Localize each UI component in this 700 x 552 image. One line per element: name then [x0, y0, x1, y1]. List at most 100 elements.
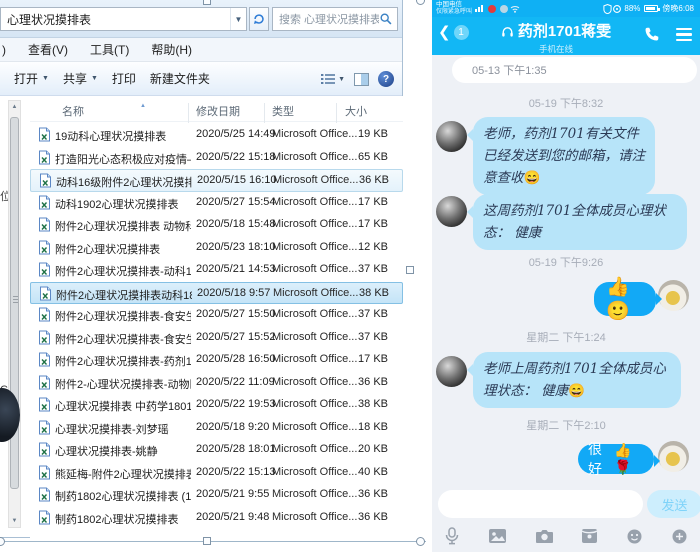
emoji: 👍🌹: [614, 442, 644, 476]
file-size: 38 KB: [330, 398, 388, 410]
table-row[interactable]: 附件2-心理状况摸排表-动物医学1901班2020/5/22 11:09Micr…: [30, 372, 403, 395]
scroll-up-icon[interactable]: ▲: [9, 101, 20, 113]
table-row[interactable]: 附件2心理状况摸排表-食安生工18级 殷...2020/5/27 15:50Mi…: [30, 304, 403, 327]
share-button[interactable]: 共享▼: [63, 70, 98, 87]
search-box[interactable]: 搜索 心理状况摸排表: [272, 7, 398, 31]
peer-avatar[interactable]: [436, 356, 467, 387]
command-toolbar: 打开▼ 共享▼ 打印 新建文件夹: [0, 62, 402, 96]
emoji-icon[interactable]: [626, 528, 643, 545]
table-row[interactable]: 附件2心理状况摸排表-动科17012020/5/21 14:53Microsof…: [30, 259, 403, 282]
shield-icon: [603, 4, 612, 14]
file-name: 心理状况摸排表-刘梦瑶: [55, 421, 191, 437]
status-time: 傍晚6:08: [662, 3, 694, 14]
signal-icon: [475, 5, 483, 12]
file-size: 37 KB: [330, 263, 388, 275]
nav-scrollbar[interactable]: ▲ ▼: [8, 100, 21, 528]
file-date: 2020/5/27 15:54: [196, 196, 276, 208]
red-packet-icon[interactable]: [581, 528, 598, 544]
column-type[interactable]: 类型: [272, 103, 294, 119]
menu-tools[interactable]: 工具(T): [90, 41, 129, 58]
chat-title: 药剂1701蒋雯: [501, 20, 611, 41]
message-input[interactable]: [438, 490, 643, 518]
gear-icon: [612, 4, 622, 14]
excel-file-icon: [38, 375, 51, 393]
file-date: 2020/5/22 11:09: [196, 376, 275, 388]
menu-help[interactable]: 帮助(H): [151, 41, 192, 58]
earphone-icon: [501, 25, 514, 37]
page: 心理状况摸排表 ▼ 搜索 心理状况摸排表 ) 查看(V) 工具: [0, 0, 700, 552]
file-name: 制药1802心理状况摸排表 (1): [55, 488, 191, 504]
table-row[interactable]: 制药1802心理状况摸排表2020/5/21 9:48Microsoft Off…: [30, 507, 403, 530]
peer-avatar[interactable]: [436, 121, 467, 152]
table-row[interactable]: 心理状况摸排表-姚静2020/5/28 18:01Microsoft Offic…: [30, 439, 403, 462]
excel-file-icon: [39, 286, 52, 304]
column-size[interactable]: 大小: [345, 103, 367, 119]
message-bubble[interactable]: 很好👍🌹: [578, 444, 654, 474]
open-button[interactable]: 打开▼: [14, 70, 49, 87]
back-button[interactable]: ❮ 1: [438, 25, 469, 40]
table-row[interactable]: 19动科心理状况摸排表2020/5/25 14:49Microsoft Offi…: [30, 124, 403, 147]
selection-handle[interactable]: [203, 537, 211, 545]
call-icon[interactable]: [643, 26, 660, 43]
column-date[interactable]: 修改日期: [196, 103, 240, 119]
message-bubble[interactable]: 这周药剂1701全体成员心理状态： 健康: [473, 194, 687, 250]
plus-icon[interactable]: [671, 528, 688, 545]
search-icon[interactable]: [379, 12, 393, 26]
menu-view[interactable]: 查看(V): [28, 41, 68, 58]
table-row[interactable]: 附件2心理状况摸排表2020/5/23 18:10Microsoft Offic…: [30, 237, 403, 260]
table-row[interactable]: 打造阳光心态积极应对疫情——动科19012020/5/22 15:18Micro…: [30, 147, 403, 170]
view-options-button[interactable]: ▼: [321, 73, 345, 85]
table-row[interactable]: 动科16级附件2心理状况摸排表-陈静2020/5/15 16:10Microso…: [30, 169, 403, 192]
file-name: 附件2心理状况摸排表-食安生工18级 殷...: [55, 308, 191, 324]
wifi-icon: [510, 5, 520, 13]
new-folder-button[interactable]: 新建文件夹: [150, 70, 210, 87]
file-size: 36 KB: [330, 488, 388, 500]
address-dropdown-icon[interactable]: ▼: [230, 8, 246, 30]
print-button[interactable]: 打印: [112, 70, 136, 87]
table-row[interactable]: 制药1802心理状况摸排表 (1)2020/5/21 9:55Microsoft…: [30, 484, 403, 507]
image-icon[interactable]: [488, 528, 507, 544]
file-size: 17 KB: [330, 353, 388, 365]
table-row[interactable]: 附件2心理状况摸排表-食安生工18级 殷...2020/5/27 15:52Mi…: [30, 327, 403, 350]
old-message-card: 05-13 下午1:35: [452, 57, 697, 83]
selection-handle[interactable]: [416, 537, 425, 546]
camera-icon[interactable]: [535, 528, 554, 544]
table-row[interactable]: 动科1902心理状况摸排表2020/5/27 15:54Microsoft Of…: [30, 192, 403, 215]
selection-handle[interactable]: [0, 537, 5, 546]
peer-avatar[interactable]: [436, 196, 467, 227]
menu-icon[interactable]: [676, 28, 692, 41]
selection-handle[interactable]: [203, 0, 211, 5]
send-button[interactable]: 发送: [647, 490, 700, 518]
file-size: 40 KB: [330, 466, 388, 478]
table-row[interactable]: 附件2心理状况摸排表动科18012020/5/18 9:57Microsoft …: [30, 282, 403, 305]
preview-pane-icon[interactable]: [354, 73, 369, 86]
table-row[interactable]: 附件2心理状况摸排表 动物科学18022020/5/18 15:48Micros…: [30, 214, 403, 237]
table-row[interactable]: 附件2心理状况摸排表-药剂18012020/5/28 16:50Microsof…: [30, 349, 403, 372]
message-bubble[interactable]: 老师，药剂1701有关文件已经发送到您的邮箱，请注意查收😄: [473, 117, 655, 195]
table-row[interactable]: 熊延梅-附件2心理状况摸排表2020/5/22 15:13Microsoft O…: [30, 462, 403, 485]
refresh-button[interactable]: [249, 7, 269, 31]
message-bubble[interactable]: 👍🙂: [594, 282, 656, 316]
microphone-icon[interactable]: [444, 527, 460, 545]
file-date: 2020/5/28 16:50: [196, 353, 276, 365]
self-avatar[interactable]: [658, 280, 689, 311]
column-headers: ▲ 名称 修改日期 类型 大小: [30, 98, 403, 122]
address-bar[interactable]: 心理状况摸排表 ▼: [0, 7, 247, 31]
selection-handle[interactable]: [406, 266, 414, 274]
carrier-label: 中国电信仅限紧急呼叫: [436, 2, 472, 15]
help-icon[interactable]: ?: [378, 71, 394, 87]
selection-handle[interactable]: [416, 0, 425, 5]
excel-file-icon: [38, 262, 51, 280]
excel-file-icon: [38, 307, 51, 325]
file-date: 2020/5/28 18:01: [196, 443, 276, 455]
back-icon: ❮: [438, 25, 451, 40]
scroll-down-icon[interactable]: ▼: [9, 515, 20, 527]
file-name: 动科1902心理状况摸排表: [55, 196, 191, 212]
message-bubble[interactable]: 老师上周药剂1701全体成员心理状态： 健康😄: [473, 352, 681, 408]
file-date: 2020/5/21 9:48: [196, 511, 269, 523]
column-name[interactable]: 名称: [62, 103, 84, 119]
table-row[interactable]: 心理状况摸排表 中药学18012020/5/22 19:53Microsoft …: [30, 394, 403, 417]
self-avatar[interactable]: [658, 441, 689, 472]
table-row[interactable]: 心理状况摸排表-刘梦瑶2020/5/18 9:20Microsoft Offic…: [30, 417, 403, 440]
chevron-down-icon: ▼: [338, 76, 345, 83]
